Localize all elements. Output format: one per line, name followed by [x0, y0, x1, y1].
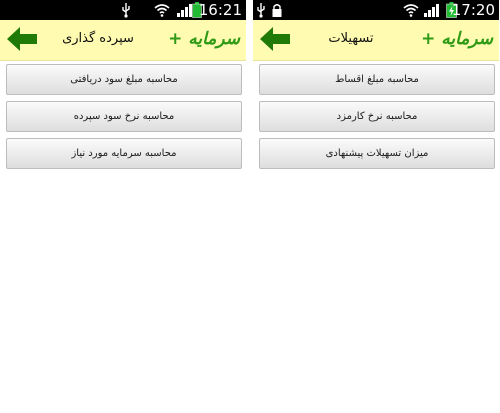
status-time: 17:20: [451, 1, 495, 19]
calc-fee-rate-button[interactable]: محاسبه نرخ کارمزد: [259, 101, 495, 132]
calc-installment-button[interactable]: محاسبه مبلغ اقساط: [259, 64, 495, 95]
app-header: سپرده گذاری سرمایه +: [0, 20, 246, 61]
status-bar: 16:21: [0, 0, 246, 20]
calc-deposit-rate-button[interactable]: محاسبه نرخ سود سپرده: [6, 101, 242, 132]
arrow-left-icon[interactable]: [259, 25, 291, 53]
calc-received-profit-button[interactable]: محاسبه مبلغ سود دریافتی: [6, 64, 242, 95]
app-logo: سرمایه +: [168, 29, 240, 49]
suggested-loan-amount-button[interactable]: میزان تسهیلات پیشنهادی: [259, 138, 495, 169]
page-title: سپرده گذاری: [62, 31, 134, 46]
wifi-icon: [403, 4, 419, 17]
app-logo: سرمایه +: [421, 29, 493, 49]
wifi-icon: [154, 4, 170, 17]
arrow-left-icon[interactable]: [6, 25, 38, 53]
right-screen: 17:20 تسهیلات سرمایه + محاسبه مبلغ اقساط…: [253, 0, 499, 413]
usb-icon: [122, 3, 130, 18]
calc-required-capital-button[interactable]: محاسبه سرمایه مورد نیاز: [6, 138, 242, 169]
page-title: تسهیلات: [328, 31, 374, 46]
status-bar: 17:20: [253, 0, 499, 20]
lock-icon: [272, 4, 282, 17]
status-time: 16:21: [198, 1, 242, 19]
app-header: تسهیلات سرمایه +: [253, 20, 499, 61]
signal-icon: [424, 4, 439, 17]
usb-icon: [257, 3, 265, 18]
left-screen: 16:21 سپرده گذاری سرمایه + محاسبه مبلغ س…: [0, 0, 246, 413]
